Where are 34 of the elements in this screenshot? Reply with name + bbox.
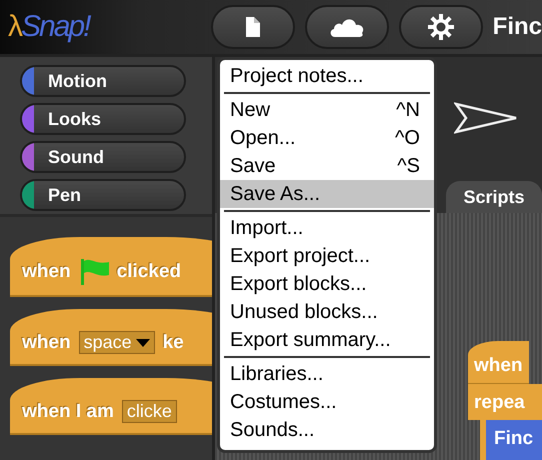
menu-item[interactable]: Costumes... [220, 388, 434, 416]
block-label: when [22, 332, 71, 354]
project-title: Finc [492, 13, 542, 41]
logo: λSnap! [7, 10, 91, 44]
menu-item[interactable]: Export project... [220, 242, 434, 270]
block-label: when I am [22, 400, 114, 422]
menu-item[interactable]: New ^N [220, 96, 434, 124]
menu-item[interactable]: Export summary... [220, 326, 434, 354]
menu-item[interactable]: Unused blocks... [220, 298, 434, 326]
block-label: ke [162, 332, 184, 354]
file-button[interactable] [210, 5, 295, 49]
category-button[interactable]: Motion [20, 65, 186, 97]
menu-item[interactable]: Save ^S [220, 152, 434, 180]
settings-button[interactable] [398, 5, 483, 49]
menu-item[interactable]: Open... ^O [220, 124, 434, 152]
menu-item[interactable]: Import... [220, 214, 434, 242]
category-button[interactable]: Looks [20, 103, 186, 135]
cloud-button[interactable] [304, 5, 389, 49]
command-block[interactable]: Finc [480, 420, 542, 460]
menu-item[interactable]: Project notes... [220, 62, 434, 90]
menu-item[interactable]: Libraries... [220, 360, 434, 388]
menu-item[interactable]: Export blocks... [220, 270, 434, 298]
category-button[interactable]: Pen [20, 179, 186, 211]
arrow-sprite-icon[interactable] [454, 102, 518, 134]
category-button[interactable]: Sound [20, 141, 186, 173]
flag-icon [78, 259, 109, 285]
block-label: when [22, 261, 71, 283]
caret-icon [136, 338, 150, 346]
menu-item[interactable]: Sounds... [220, 416, 434, 444]
block-label: clicked [116, 261, 181, 283]
page-icon [246, 17, 260, 37]
menu-item[interactable]: Save As... [220, 180, 434, 208]
scripts-tab[interactable]: Scripts [446, 181, 542, 213]
settings-icon [426, 13, 455, 41]
